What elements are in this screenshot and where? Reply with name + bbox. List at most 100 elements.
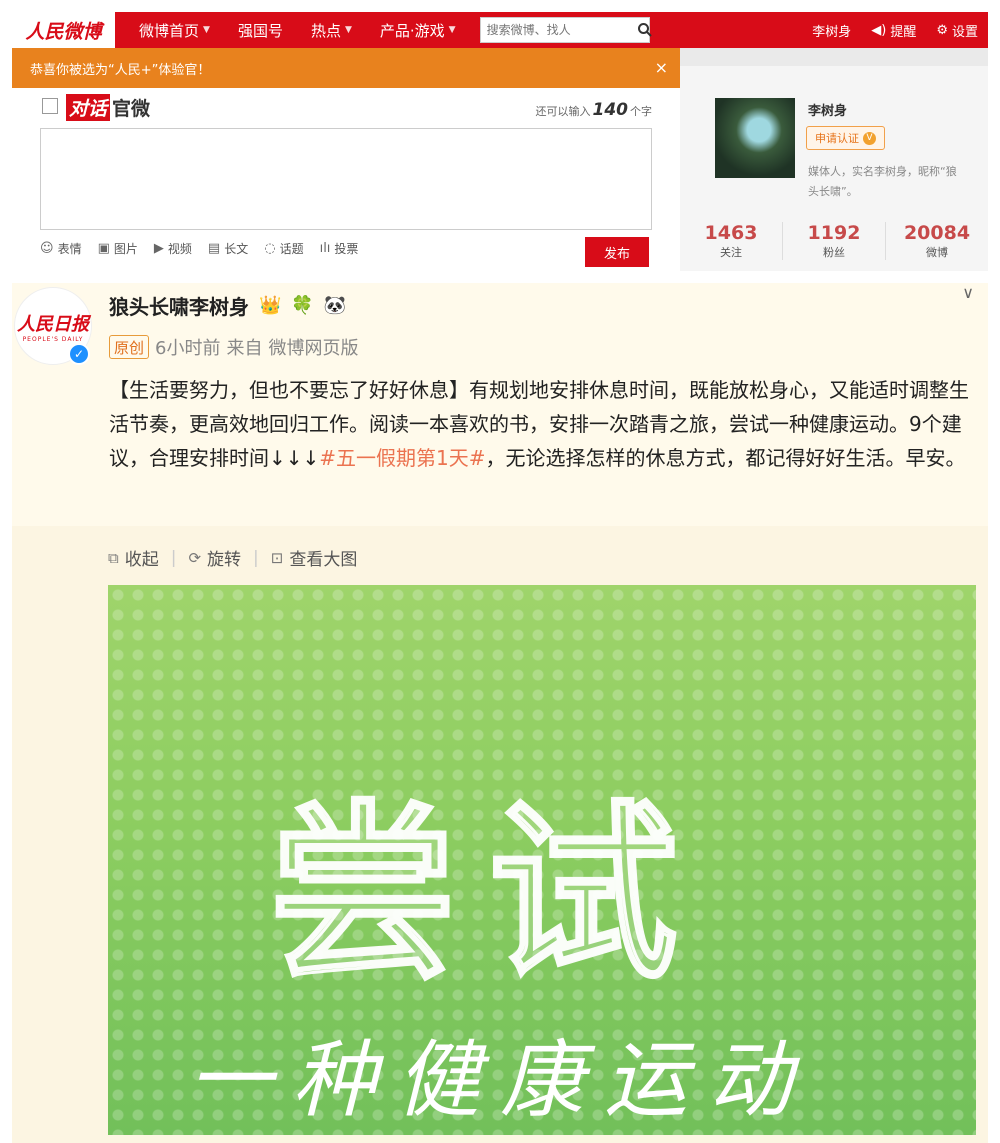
post-text: 【生活要努力，但也不要忘了好好休息】有规划地安排休息时间，既能放松身心，又能适时…	[109, 373, 981, 475]
rotate-button[interactable]: ⟳ 旋转	[188, 545, 242, 571]
weibo-post: 人民日报 PEOPLE'S DAILY ✓ 狼头长啸李树身 👑 🍀 🐼 ∨ 原创…	[12, 283, 988, 1143]
nav-item-label: 微博首页	[139, 21, 200, 40]
nav-item-hot[interactable]: 热点 ▼	[297, 12, 366, 48]
chat-bubble-icon: ◌	[264, 241, 276, 256]
settings-label: 设置	[951, 24, 978, 40]
post-image[interactable]: 尝试 一种健康运动	[108, 585, 976, 1135]
avatar[interactable]	[715, 98, 795, 178]
chevron-down-icon: ▼	[203, 25, 210, 35]
publish-button[interactable]: 发布	[585, 237, 649, 267]
verified-icon: V	[863, 131, 876, 145]
stat-number: 1463	[704, 222, 758, 244]
image-icon: ▣	[97, 241, 110, 256]
composer-title-rest: 官微	[112, 98, 151, 120]
close-icon[interactable]: ×	[655, 58, 668, 77]
site-logo-text: 人民微博	[25, 20, 102, 43]
composer-title: 对话 官微	[66, 94, 150, 121]
char-remaining: 还可以输入 140 个字	[536, 100, 653, 120]
gear-icon: ⚙	[936, 22, 948, 38]
stat-number: 1192	[807, 222, 861, 244]
notice-bar: 恭喜你被选为“人民+”体验官！ ×	[12, 48, 680, 88]
tool-vote[interactable]: ılı 投票	[320, 240, 359, 257]
video-icon: ▶	[153, 241, 164, 256]
site-logo[interactable]: 人民微博	[12, 12, 115, 48]
verify-label: 申请认证	[815, 132, 859, 145]
avatar-logo-text: 人民日报	[17, 313, 89, 335]
action-label: 收起	[124, 550, 159, 570]
tool-label: 表情	[57, 242, 82, 256]
collapse-button[interactable]: ⧉ 收起	[108, 545, 159, 571]
media-panel: ⧉ 收起 | ⟳ 旋转 | ⊡ 查看大图 尝试 一种健康运动	[12, 526, 988, 1143]
post-source[interactable]: 微博网页版	[268, 334, 358, 360]
rotate-icon: ⟳	[188, 548, 202, 567]
nav-right: 李树身 ◀) 提醒 ⚙ 设置	[802, 21, 988, 40]
collapse-icon: ⧉	[108, 548, 119, 567]
profile-bio: 媒体人，实名李树身，昵称“狼头长啸”。	[808, 165, 957, 198]
profile-name[interactable]: 李树身	[808, 100, 847, 119]
verified-badge-icon: ✓	[68, 343, 90, 365]
post-username[interactable]: 狼头长啸李树身	[109, 291, 249, 320]
poster-title: 尝试	[266, 783, 709, 1006]
composer-checkbox[interactable]	[42, 98, 58, 114]
tool-label: 话题	[279, 242, 304, 256]
nav-item-label: 产品·游戏	[379, 21, 445, 40]
remain-count: 140	[592, 100, 629, 120]
user-link[interactable]: 李树身	[802, 21, 861, 40]
search-icon[interactable]	[637, 18, 653, 42]
document-icon: ▤	[207, 241, 221, 256]
original-tag: 原创	[109, 335, 150, 359]
nav-item-home[interactable]: 微博首页 ▼	[125, 12, 224, 48]
post-textarea[interactable]	[40, 128, 652, 230]
tool-label: 长文	[224, 242, 249, 256]
tool-topic[interactable]: ◌ 话题	[264, 240, 303, 257]
settings-link[interactable]: ⚙ 设置	[926, 21, 988, 40]
weibo-page: 人民微博 微博首页▼ 强国号 热点▼ 产品·游戏▼ 李树身 ◀)提醒 ⚙设置 恭…	[0, 0, 1000, 1143]
topic-link[interactable]: #五一假期第1天#	[319, 446, 485, 470]
nav-item-qiangguo[interactable]: 强国号	[224, 12, 297, 48]
search-box	[479, 17, 653, 43]
post-text-tail: ，无论选择怎样的休息方式，都记得好好生活。早安。	[485, 446, 966, 470]
tool-emoji[interactable]: ☺ 表情	[40, 240, 82, 257]
speaker-icon: ◀)	[871, 22, 887, 38]
tool-label: 投票	[334, 242, 359, 256]
stat-label: 关注	[720, 246, 742, 259]
composer: 对话 官微 还可以输入 140 个字 ☺ 表情 ▣ 图片 ▶ 视频 ▤ 长文 ◌ 话题 ılı…	[12, 88, 680, 273]
bar-chart-icon: ılı	[319, 241, 331, 256]
chevron-down-icon: ▼	[448, 25, 456, 35]
notice-filler	[680, 48, 988, 66]
nav-item-label: 强国号	[237, 21, 283, 40]
divider: |	[170, 547, 177, 568]
stat-label: 粉丝	[823, 246, 845, 259]
nav-item-products[interactable]: 产品·游戏 ▼	[366, 12, 470, 48]
zoom-image-icon: ⊡	[270, 548, 284, 567]
panda-icon[interactable]: 🐼	[324, 295, 346, 316]
stat-number: 20084	[903, 222, 971, 244]
view-large-button[interactable]: ⊡ 查看大图	[270, 545, 358, 571]
user-name: 李树身	[812, 24, 852, 40]
search-input[interactable]	[480, 23, 637, 37]
remain-prefix: 还可以输入	[535, 105, 591, 118]
chevron-down-icon[interactable]: ∨	[962, 283, 974, 302]
verify-button[interactable]: 申请认证 V	[806, 126, 885, 150]
top-nav: 人民微博 微博首页▼ 强国号 热点▼ 产品·游戏▼ 李树身 ◀)提醒 ⚙设置	[12, 12, 988, 48]
poster-subtitle: 一种健康运动	[188, 1031, 813, 1129]
chevron-down-icon: ▼	[344, 25, 352, 35]
tool-image[interactable]: ▣ 图片	[98, 240, 138, 257]
post-username-row: 狼头长啸李树身 👑 🍀 🐼	[109, 291, 346, 320]
stat-posts[interactable]: 20084 微博	[886, 222, 988, 260]
profile-stats: 1463 关注 1192 粉丝 20084 微博	[680, 222, 988, 260]
clover-icon[interactable]: 🍀	[291, 295, 313, 316]
action-label: 旋转	[207, 550, 242, 570]
stat-label: 微博	[926, 246, 948, 259]
tool-article[interactable]: ▤ 长文	[208, 240, 248, 257]
tool-label: 视频	[167, 242, 192, 256]
tool-video[interactable]: ▶ 视频	[154, 240, 192, 257]
crown-icon[interactable]: 👑	[259, 295, 281, 316]
tool-label: 图片	[113, 242, 138, 256]
profile-card: 李树身 申请认证 V 媒体人，实名李树身，昵称“狼头长啸”。 1463 关注 119…	[680, 66, 988, 271]
stat-following[interactable]: 1463 关注	[680, 222, 783, 260]
post-time[interactable]: 6小时前	[155, 334, 220, 360]
stat-followers[interactable]: 1192 粉丝	[783, 222, 886, 260]
notice-text: 恭喜你被选为“人民+”体验官！	[30, 62, 211, 78]
notify-link[interactable]: ◀) 提醒	[861, 21, 926, 40]
